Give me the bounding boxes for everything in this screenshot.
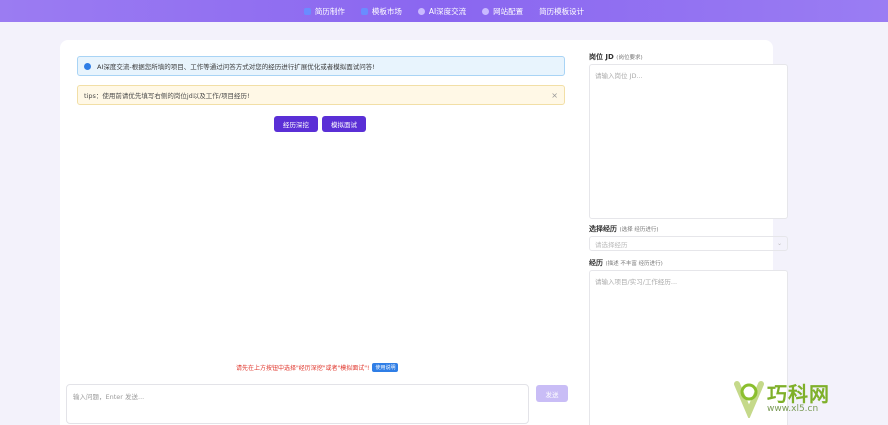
watermark-text: 巧科网: [767, 382, 830, 406]
close-icon[interactable]: ×: [551, 91, 564, 100]
top-nav: 简历制作 模板市场 AI深度交流 网站配置 简历模板设计: [0, 0, 888, 22]
tip-alert-text: tips：使用前请优先填写右侧的岗位jd以及工作/项目经历!: [84, 92, 250, 100]
watermark-logo-icon: [734, 381, 764, 418]
nav-item-templates[interactable]: 模板市场: [360, 6, 402, 17]
chevron-down-icon: ⌄: [776, 240, 782, 247]
main-card: AI深度交流-根据您所填的项目、工作等通过问答方式对您的经历进行扩展优化或者模拟…: [60, 40, 788, 425]
chat-input[interactable]: 输入问题，Enter 发送...: [66, 384, 529, 424]
info-alert-text: AI深度交流-根据您所填的项目、工作等通过问答方式对您的经历进行扩展优化或者模拟…: [97, 63, 375, 71]
mock-interview-button[interactable]: 模拟面试: [322, 116, 366, 132]
exp-select-label: 选择经历 (选择 经历进行): [589, 224, 658, 234]
nav-item-site-config[interactable]: 网站配置: [482, 6, 523, 17]
usage-hint: 请先在上方按钮中选择"经历深挖"或者"模拟面试"! 使用说明: [236, 363, 399, 372]
watermark-url: www.xl5.cn: [767, 404, 819, 414]
jd-label-text: 岗位 JD: [589, 53, 614, 61]
nav-label: 简历制作: [314, 6, 345, 16]
ai-icon: [417, 7, 425, 15]
nav-item-resume[interactable]: 简历制作: [303, 6, 345, 17]
nav-label: 网站配置: [493, 6, 524, 16]
select-placeholder: 请选择经历: [595, 240, 628, 249]
exp-select-label-sub: (选择 经历进行): [619, 227, 659, 233]
nav-label: 简历模板设计: [539, 6, 585, 16]
tip-alert: tips：使用前请优先填写右侧的岗位jd以及工作/项目经历! ×: [77, 85, 565, 105]
info-alert: AI深度交流-根据您所填的项目、工作等通过问答方式对您的经历进行扩展优化或者模拟…: [77, 56, 565, 76]
info-icon: [84, 62, 91, 70]
exp-label-sub: (描述 不丰富 经历进行): [605, 261, 663, 267]
nav-item-template-design[interactable]: 简历模板设计: [539, 6, 584, 17]
usage-guide-badge[interactable]: 使用说明: [372, 363, 399, 372]
experience-select[interactable]: 请选择经历 ⌄: [589, 236, 788, 251]
template-icon: [360, 7, 368, 15]
nav-label: AI深度交流: [428, 6, 467, 16]
nav-label: 模板市场: [371, 6, 402, 16]
hint-text: 请先在上方按钮中选择"经历深挖"或者"模拟面试"!: [236, 365, 370, 372]
experience-deep-dive-button[interactable]: 经历深挖: [274, 116, 318, 132]
exp-label-text: 经历: [589, 259, 603, 267]
jd-textarea[interactable]: 请输入岗位 JD...: [589, 64, 788, 219]
watermark: 巧科网 www.xl5.cn: [733, 376, 883, 422]
send-button[interactable]: 发送: [536, 385, 568, 402]
nav-item-ai-chat[interactable]: AI深度交流: [417, 6, 467, 17]
jd-label: 岗位 JD (岗位要求): [589, 52, 643, 62]
jd-label-sub: (岗位要求): [616, 55, 643, 61]
exp-select-label-text: 选择经历: [589, 225, 617, 233]
document-icon: [303, 7, 311, 15]
config-icon: [482, 7, 490, 15]
exp-label: 经历 (描述 不丰富 经历进行): [589, 258, 663, 268]
